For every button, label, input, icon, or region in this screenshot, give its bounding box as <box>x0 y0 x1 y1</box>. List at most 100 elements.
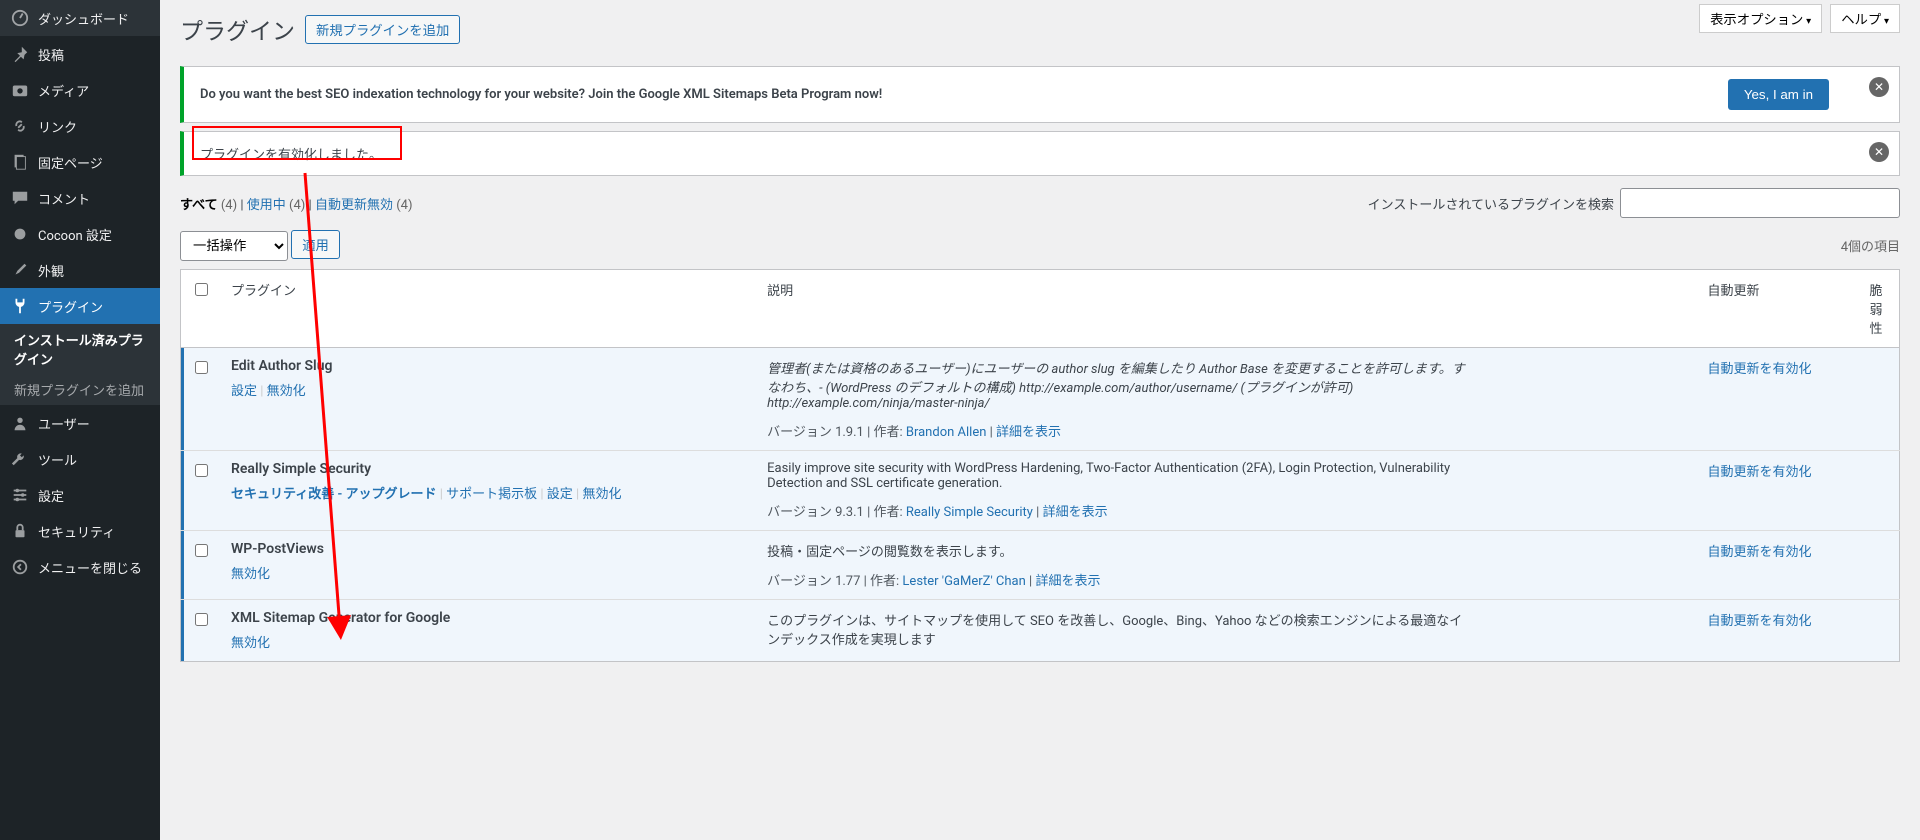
gauge-icon <box>10 8 30 28</box>
item-count: 4個の項目 <box>1841 236 1900 255</box>
plugin-meta: バージョン 9.3.1 | 作者: Really Simple Security… <box>767 501 1687 520</box>
select-all-checkbox[interactable] <box>195 283 208 296</box>
dismiss-notice-button[interactable]: ✕ <box>1869 77 1889 97</box>
deactivate-link[interactable]: 無効化 <box>267 384 306 399</box>
plugin-row: WP-PostViews 無効化 投稿・固定ページの閲覧数を表示します。バージョン … <box>181 530 1900 599</box>
sidebar-item-links[interactable]: リンク <box>0 108 160 144</box>
notice-text: Do you want the best SEO indexation tech… <box>200 87 882 102</box>
plugin-name: Edit Author Slug <box>231 358 747 374</box>
sidebar-item-media[interactable]: メディア <box>0 72 160 108</box>
plugin-description: 管理者(または資格のあるユーザー)にユーザーの author slug を編集し… <box>767 358 1467 411</box>
details-link[interactable]: 詳細を表示 <box>1035 574 1100 589</box>
link-icon <box>10 116 30 136</box>
plugin-row: Really Simple Security セキュリティ改善 - アップグレード… <box>181 450 1900 530</box>
activated-notice: プラグインを有効化しました。 ✕ <box>180 131 1900 176</box>
circle-icon <box>10 224 30 244</box>
sidebar-item-label: 投稿 <box>38 45 64 64</box>
row-checkbox[interactable] <box>195 544 208 557</box>
enable-auto-update-link[interactable]: 自動更新を有効化 <box>1708 614 1812 629</box>
sidebar-item-label: ツール <box>38 450 77 469</box>
collapse-icon <box>10 557 30 577</box>
bulk-action-select[interactable]: 一括操作 <box>180 231 288 261</box>
col-plugin[interactable]: プラグイン <box>221 269 757 347</box>
plugin-meta: バージョン 1.9.1 | 作者: Brandon Allen | 詳細を表示 <box>767 421 1687 440</box>
sliders-icon <box>10 485 30 505</box>
details-link[interactable]: 詳細を表示 <box>996 425 1061 440</box>
pin-icon <box>10 44 30 64</box>
sidebar-item-label: ダッシュボード <box>38 9 129 28</box>
sidebar-item-label: 設定 <box>38 486 64 505</box>
author-link[interactable]: Lester 'GaMerZ' Chan <box>902 574 1025 589</box>
sidebar-item-cocoon[interactable]: Cocoon 設定 <box>0 216 160 252</box>
sidebar-item-users[interactable]: ユーザー <box>0 405 160 441</box>
sidebar-item-appearance[interactable]: 外観 <box>0 252 160 288</box>
col-desc[interactable]: 説明 <box>757 269 1697 347</box>
admin-sidebar: ダッシュボード 投稿 メディア リンク 固定ページ コメント Cocoon 設定… <box>0 0 160 840</box>
filter-auto-disabled[interactable]: 自動更新無効 (4) <box>315 198 413 213</box>
beta-join-button[interactable]: Yes, I am in <box>1728 79 1829 110</box>
notice-text: プラグインを有効化しました。 <box>200 144 382 163</box>
sidebar-item-tools[interactable]: ツール <box>0 441 160 477</box>
plugin-status-filters: すべて (4) | 使用中 (4) | 自動更新無効 (4) <box>180 194 412 213</box>
sidebar-item-label: 固定ページ <box>38 153 103 172</box>
sidebar-item-comments[interactable]: コメント <box>0 180 160 216</box>
plugin-description: このプラグインは、サイトマップを使用して SEO を改善し、Google、Bin… <box>767 610 1467 648</box>
sidebar-item-dashboard[interactable]: ダッシュボード <box>0 0 160 36</box>
submenu-installed[interactable]: インストール済みプラグイン <box>0 324 160 374</box>
brush-icon <box>10 260 30 280</box>
row-checkbox[interactable] <box>195 464 208 477</box>
author-link[interactable]: Really Simple Security <box>906 505 1033 520</box>
sidebar-item-plugins[interactable]: プラグイン <box>0 288 160 324</box>
plugin-description: Easily improve site security with WordPr… <box>767 461 1467 491</box>
deactivate-link[interactable]: 無効化 <box>231 567 270 582</box>
sidebar-item-security[interactable]: セキュリティ <box>0 513 160 549</box>
plugins-submenu: インストール済みプラグイン 新規プラグインを追加 <box>0 324 160 405</box>
enable-auto-update-link[interactable]: 自動更新を有効化 <box>1708 465 1812 480</box>
sidebar-item-collapse[interactable]: メニューを閉じる <box>0 549 160 585</box>
author-link[interactable]: Brandon Allen <box>906 425 987 440</box>
user-icon <box>10 413 30 433</box>
deactivate-link[interactable]: 無効化 <box>231 636 270 651</box>
col-vuln: 脆弱性 <box>1860 269 1900 347</box>
beta-notice: Do you want the best SEO indexation tech… <box>180 66 1900 123</box>
camera-icon <box>10 80 30 100</box>
plugins-table: プラグイン 説明 自動更新 脆弱性 Edit Author Slug設定 | 無… <box>180 269 1900 662</box>
search-label: インストールされているプラグインを検索 <box>1368 194 1614 213</box>
support-link[interactable]: サポート掲示板 <box>446 487 537 502</box>
details-link[interactable]: 詳細を表示 <box>1043 505 1108 520</box>
filter-all[interactable]: すべて (4) <box>180 198 237 213</box>
plugin-search-input[interactable] <box>1620 188 1900 218</box>
enable-auto-update-link[interactable]: 自動更新を有効化 <box>1708 362 1812 377</box>
sidebar-item-label: コメント <box>38 189 90 208</box>
sidebar-item-label: ユーザー <box>38 414 90 433</box>
settings-link[interactable]: 設定 <box>547 487 573 502</box>
sidebar-item-posts[interactable]: 投稿 <box>0 36 160 72</box>
sidebar-item-settings[interactable]: 設定 <box>0 477 160 513</box>
lock-icon <box>10 521 30 541</box>
sidebar-item-label: セキュリティ <box>38 522 115 541</box>
plugin-row: XML Sitemap Generator for Google無効化このプラグ… <box>181 599 1900 661</box>
deactivate-link[interactable]: 無効化 <box>582 487 621 502</box>
add-new-plugin-button[interactable]: 新規プラグインを追加 <box>305 15 460 44</box>
bulk-apply-button[interactable]: 適用 <box>291 230 340 259</box>
screen-options-button[interactable]: 表示オプション <box>1699 4 1822 33</box>
dismiss-notice-button[interactable]: ✕ <box>1869 142 1889 162</box>
row-checkbox[interactable] <box>195 613 208 626</box>
sidebar-item-label: Cocoon 設定 <box>38 225 112 244</box>
upgrade-link[interactable]: セキュリティ改善 - アップグレード <box>231 487 436 502</box>
plugin-row: Edit Author Slug設定 | 無効化管理者(または資格のあるユーザー… <box>181 347 1900 450</box>
filter-active[interactable]: 使用中 (4) <box>247 198 306 213</box>
settings-link[interactable]: 設定 <box>231 384 257 399</box>
plugin-name: WP-PostViews <box>231 541 747 557</box>
enable-auto-update-link[interactable]: 自動更新を有効化 <box>1708 545 1812 560</box>
row-checkbox[interactable] <box>195 361 208 374</box>
col-auto-update[interactable]: 自動更新 <box>1698 269 1860 347</box>
plugin-description: 投稿・固定ページの閲覧数を表示します。 <box>767 541 1467 560</box>
sidebar-item-label: メニューを閉じる <box>38 558 142 577</box>
help-button[interactable]: ヘルプ <box>1830 4 1900 33</box>
sidebar-item-label: プラグイン <box>38 297 103 316</box>
sidebar-item-pages[interactable]: 固定ページ <box>0 144 160 180</box>
plugin-meta: バージョン 1.77 | 作者: Lester 'GaMerZ' Chan | … <box>767 570 1687 589</box>
sidebar-item-label: 外観 <box>38 261 64 280</box>
submenu-add-new[interactable]: 新規プラグインを追加 <box>0 374 160 405</box>
